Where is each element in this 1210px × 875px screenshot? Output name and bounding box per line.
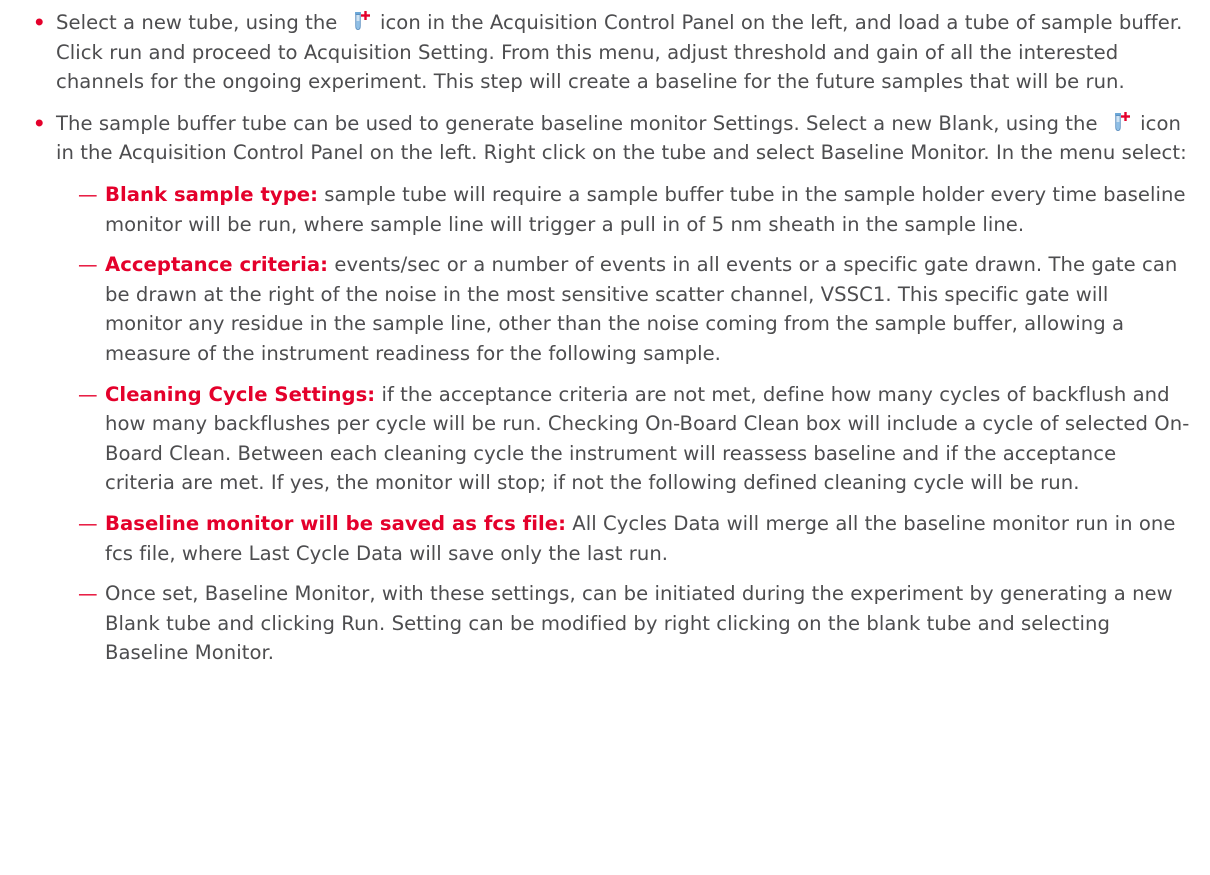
term-label: Baseline monitor will be saved as fcs fi… [105, 511, 567, 535]
dash-marker: — [78, 182, 98, 206]
term-label: Cleaning Cycle Settings: [105, 382, 376, 406]
add-tube-icon [1114, 111, 1130, 131]
add-tube-icon [354, 11, 370, 31]
document-page: • Select a new tube, using the icon in t… [0, 0, 1210, 875]
dash-marker: — [78, 382, 98, 406]
sub-item-blank-sample-type: — Blank sample type: sample tube will re… [0, 180, 1210, 239]
sub-item-cleaning-cycle-settings: — Cleaning Cycle Settings: if the accept… [0, 380, 1210, 498]
sub-item-acceptance-criteria: — Acceptance criteria: events/sec or a n… [0, 250, 1210, 368]
sub-list: — Blank sample type: sample tube will re… [0, 180, 1210, 668]
bullet-marker: • [33, 111, 46, 135]
term-label: Acceptance criteria: [105, 253, 329, 277]
bullet-text-part: The sample buffer tube can be used to ge… [56, 111, 1098, 135]
term-label: Blank sample type: [105, 182, 319, 206]
term-description: Once set, Baseline Monitor, with these s… [105, 582, 1173, 665]
sub-item-baseline-fcs-file: — Baseline monitor will be saved as fcs … [0, 509, 1210, 568]
bullet-marker: • [33, 11, 46, 34]
bullet-item-baseline-settings: • The sample buffer tube can be used to … [0, 109, 1210, 168]
dash-marker: — [78, 253, 98, 277]
bullet-item-select-tube: • Select a new tube, using the icon in t… [0, 8, 1210, 97]
sub-item-once-set: — Once set, Baseline Monitor, with these… [0, 579, 1210, 668]
dash-marker: — [78, 511, 98, 535]
dash-marker: — [78, 582, 98, 606]
bullet-text-part: Select a new tube, using the [56, 11, 338, 34]
